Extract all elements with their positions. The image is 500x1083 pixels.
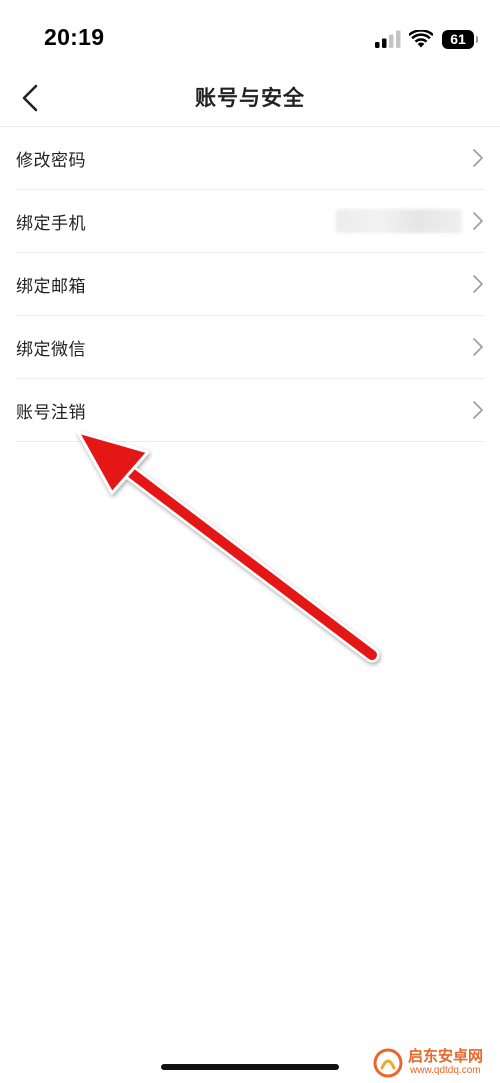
settings-item-delete-account[interactable]: 账号注销 [16, 379, 484, 442]
settings-item-bind-wechat[interactable]: 绑定微信 [16, 316, 484, 379]
chevron-right-icon [473, 212, 483, 230]
battery-icon: 61 [442, 29, 478, 49]
settings-item-label: 账号注销 [16, 402, 86, 423]
annotation-arrow-shaft-fill [117, 461, 377, 660]
status-bar: 20:19 61 [0, 0, 500, 76]
settings-item-change-password[interactable]: 修改密码 [16, 127, 484, 190]
chevron-right-icon [473, 338, 483, 356]
settings-list: 修改密码 绑定手机 绑定邮箱 绑定微信 账号注销 [0, 127, 500, 442]
chevron-right-icon [473, 401, 483, 419]
watermark: 启东安卓网 www.qdtdq.com [372, 1044, 496, 1080]
watermark-logo-icon [373, 1048, 403, 1078]
signal-icon [375, 30, 401, 48]
masked-phone-number [336, 209, 462, 233]
page-title: 账号与安全 [195, 86, 305, 110]
annotation-arrow-shaft [114, 458, 380, 663]
settings-item-label: 绑定手机 [16, 213, 86, 234]
annotation-arrow-shape [76, 430, 380, 663]
home-indicator[interactable] [161, 1064, 339, 1070]
wifi-icon [409, 30, 433, 48]
chevron-right-icon [473, 149, 483, 167]
watermark-url: www.qdtdq.com [410, 1065, 481, 1076]
settings-item-label: 绑定微信 [16, 339, 86, 360]
settings-item-label: 绑定邮箱 [16, 276, 86, 297]
status-icons: 61 [375, 28, 478, 50]
settings-item-bind-email[interactable]: 绑定邮箱 [16, 253, 484, 316]
battery-level: 61 [450, 30, 466, 47]
watermark-text: 启东安卓网 [408, 1047, 484, 1065]
nav-bar: 账号与安全 [0, 70, 500, 127]
chevron-right-icon [473, 275, 483, 293]
settings-item-bind-phone[interactable]: 绑定手机 [16, 190, 484, 253]
settings-item-label: 修改密码 [16, 150, 86, 171]
status-time: 20:19 [44, 24, 105, 50]
